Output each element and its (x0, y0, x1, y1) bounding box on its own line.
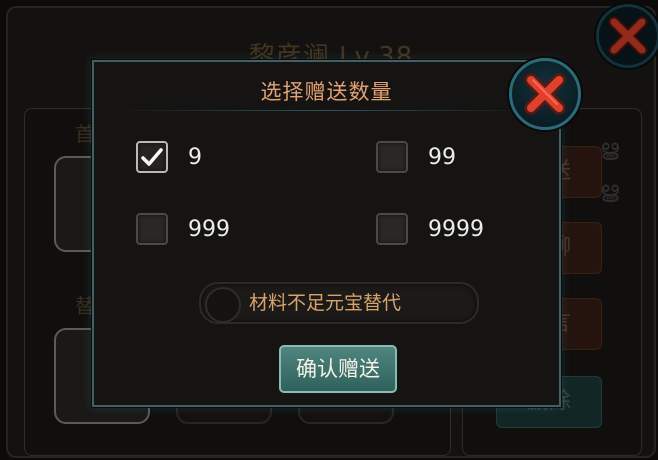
dialog-title: 选择赠送数量 (260, 80, 393, 104)
checkbox-9999[interactable] (376, 213, 408, 245)
option-label: 9999 (428, 216, 484, 242)
option-999[interactable]: 999 (136, 213, 230, 245)
gift-quantity-dialog: 选择赠送数量 9 99 999 9999 材料不足元宝替代 确认赠送 (92, 60, 561, 407)
checkbox-9[interactable] (136, 141, 168, 173)
substitute-ingot-toggle[interactable]: 材料不足元宝替代 (199, 282, 479, 324)
close-x-icon (524, 73, 566, 115)
checkmark-icon (141, 148, 163, 166)
confirm-gift-button[interactable]: 确认赠送 (279, 345, 397, 393)
checkbox-999[interactable] (136, 213, 168, 245)
toggle-label: 材料不足元宝替代 (249, 292, 402, 314)
dialog-close-button[interactable] (509, 58, 581, 130)
option-label: 9 (188, 144, 202, 170)
option-label: 999 (188, 216, 230, 242)
option-99[interactable]: 99 (376, 141, 456, 173)
toggle-knob[interactable] (205, 287, 241, 323)
checkbox-99[interactable] (376, 141, 408, 173)
title-divider (116, 110, 536, 111)
option-9999[interactable]: 9999 (376, 213, 484, 245)
option-9[interactable]: 9 (136, 141, 202, 173)
option-label: 99 (428, 144, 456, 170)
